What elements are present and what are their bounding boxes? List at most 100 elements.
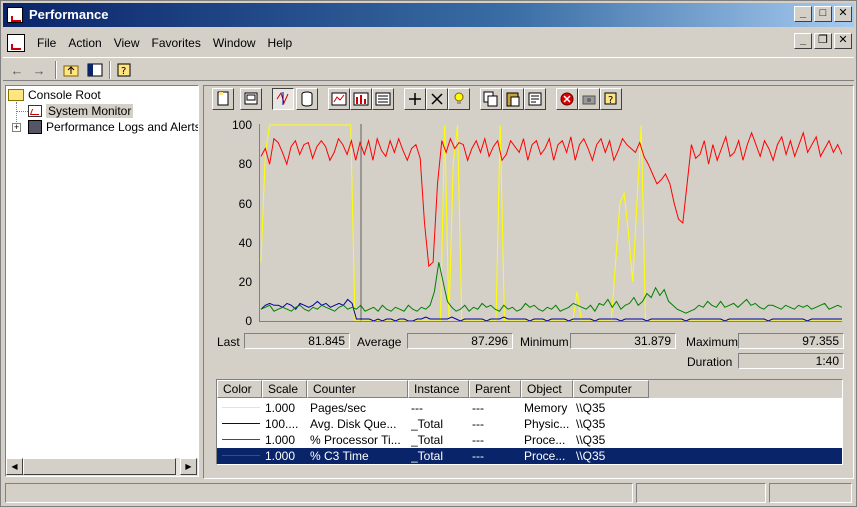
duration-label: Duration [687,355,733,369]
back-icon[interactable]: ← [7,60,27,80]
tree-item-console-root[interactable]: Console Root [8,87,101,103]
system-monitor-icon [28,105,42,117]
performance-app-icon[interactable] [7,7,23,23]
help-icon[interactable]: ? [115,60,135,80]
up-one-level-icon[interactable] [61,60,81,80]
parent-cell: --- [472,401,484,415]
maximum-label: Maximum [686,335,739,349]
minimum-value: 31.879 [570,333,676,349]
y-tick-label: 40 [238,236,252,250]
view-log-data-icon[interactable] [296,88,318,110]
scale-cell: 100.... [265,417,299,431]
minimize-button[interactable]: _ [794,6,812,22]
new-counter-set-icon[interactable] [212,88,234,110]
status-bar [3,481,854,505]
object-cell: Proce... [524,433,566,447]
menu-window[interactable]: Window [209,36,264,50]
status-pane-2 [636,483,766,503]
legend-row-selected[interactable]: 1.000 % C3 Time _Total --- Proce... \\Q3… [217,448,842,464]
tree-horizontal-scrollbar[interactable]: ◀ ▶ [6,458,198,476]
computer-cell: \\Q35 [576,433,606,447]
last-label: Last [217,335,240,349]
average-label: Average [357,335,402,349]
scale-cell: 1.000 [265,401,296,415]
tree-item-system-monitor[interactable]: System Monitor [28,103,134,119]
console-icon[interactable] [7,34,25,52]
tree-item-label: System Monitor [46,104,134,118]
scroll-right-icon[interactable]: ▶ [180,458,197,475]
menu-action[interactable]: Action [64,36,109,50]
y-tick-label: 60 [238,197,252,211]
child-restore-button[interactable]: ❐ [814,33,832,49]
column-header-counter[interactable]: Counter [307,380,408,398]
column-header-instance[interactable]: Instance [408,380,469,398]
properties-icon[interactable] [524,88,546,110]
tree-item-label: Performance Logs and Alerts [46,120,198,134]
value-bar: Last 81.845 Average 87.296 Minimum 31.87… [212,331,844,371]
series-line [260,262,842,314]
performance-window: Performance _ □ ✕ File Action View Favor… [0,0,857,507]
instance-cell: _Total [411,433,444,447]
minimum-label: Minimum [520,335,569,349]
legend-row[interactable]: 1.000 % Processor Ti... _Total --- Proce… [217,432,842,448]
close-button[interactable]: ✕ [834,6,852,22]
y-tick-label: 80 [238,157,252,171]
forward-icon[interactable]: → [29,60,49,80]
view-graph-icon[interactable] [328,88,350,110]
series-line [260,124,842,321]
update-data-icon[interactable] [578,88,600,110]
parent-cell: --- [472,417,484,431]
view-histogram-icon[interactable] [350,88,372,110]
column-header-parent[interactable]: Parent [469,380,521,398]
menu-view[interactable]: View [110,36,148,50]
column-header-computer[interactable]: Computer [573,380,649,398]
scale-cell: 1.000 [265,433,296,447]
column-header-scale[interactable]: Scale [262,380,307,398]
instance-cell: --- [411,401,423,415]
instance-cell: _Total [411,449,444,463]
title-bar[interactable]: Performance _ □ ✕ [3,3,854,27]
column-header-object[interactable]: Object [521,380,573,398]
parent-cell: --- [472,433,484,447]
tree-item-performance-logs[interactable]: Performance Logs and Alerts [28,119,198,135]
menu-help[interactable]: Help [264,36,301,50]
series-line [260,131,842,268]
menu-file[interactable]: File [33,36,64,50]
menu-bar: File Action View Favorites Window Help _… [3,31,854,55]
color-swatch [222,407,260,408]
view-report-icon[interactable] [372,88,394,110]
help-icon[interactable]: ? [600,88,622,110]
folder-icon [8,89,24,101]
add-counter-icon[interactable] [404,88,426,110]
delete-counter-icon[interactable] [426,88,448,110]
system-monitor-toolbar: ? [212,88,832,112]
child-minimize-button[interactable]: _ [794,33,812,49]
legend-row[interactable]: 1.000 Pages/sec --- --- Memory \\Q35 [217,400,842,416]
scale-cell: 1.000 [265,449,296,463]
status-pane-main [5,483,633,503]
svg-text:?: ? [608,95,613,106]
object-cell: Proce... [524,449,566,463]
copy-properties-icon[interactable] [480,88,502,110]
menu-favorites[interactable]: Favorites [148,36,209,50]
computer-cell: \\Q35 [576,449,606,463]
view-current-activity-icon[interactable] [272,88,294,110]
counter-legend: Color Scale Counter Instance Parent Obje… [216,379,843,465]
highlight-icon[interactable] [448,88,470,110]
scroll-left-icon[interactable]: ◀ [6,458,23,475]
maximize-button[interactable]: □ [814,6,832,22]
maximum-value: 97.355 [738,333,844,349]
paste-counter-list-icon[interactable] [502,88,524,110]
clear-display-icon[interactable] [240,88,262,110]
system-monitor-pane: ? 100 80 60 40 20 0 Last 81.845 Average … [203,85,854,479]
freeze-display-icon[interactable] [556,88,578,110]
legend-row[interactable]: 100.... Avg. Disk Que... _Total --- Phys… [217,416,842,432]
counter-cell: Pages/sec [310,401,367,415]
expand-icon[interactable]: + [12,123,21,132]
child-close-button[interactable]: ✕ [834,33,852,49]
show-hide-console-tree-icon[interactable] [85,60,105,80]
column-header-color[interactable]: Color [217,380,262,398]
scroll-thumb[interactable] [23,458,176,475]
graph-plot-area[interactable] [259,124,842,322]
console-tree: Console Root System Monitor + Performanc… [6,86,198,458]
